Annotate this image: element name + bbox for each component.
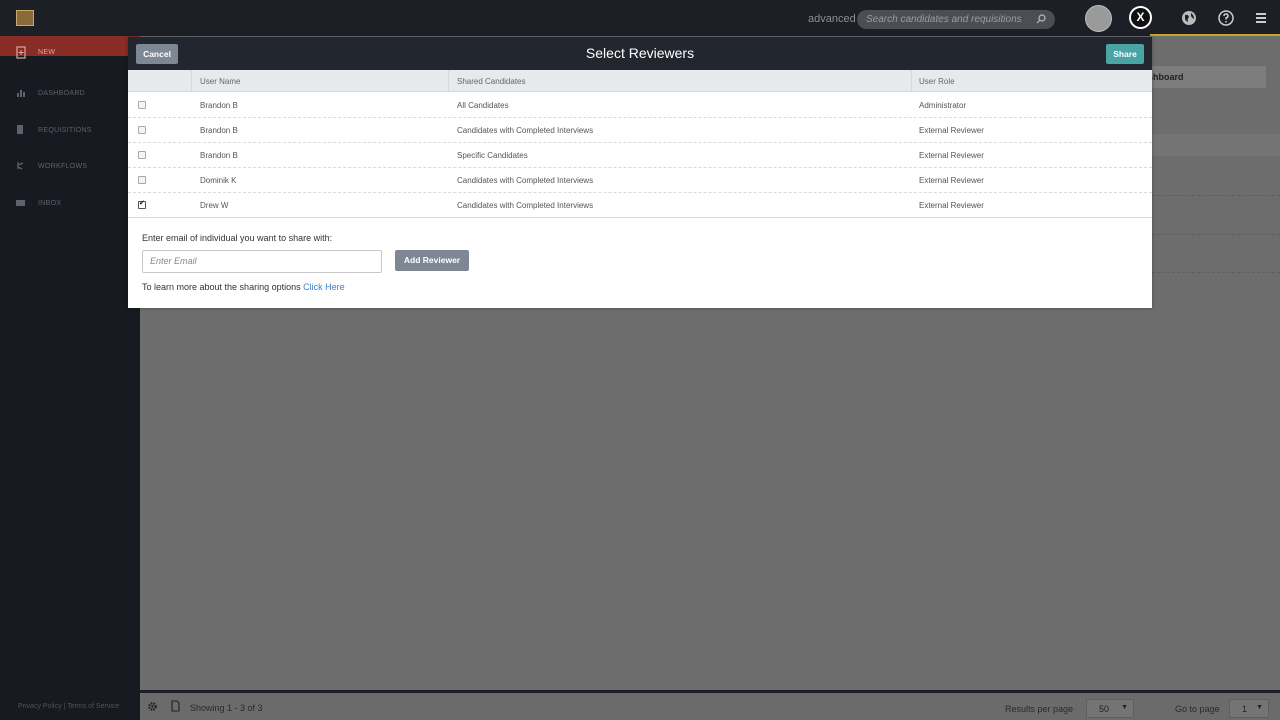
search-box[interactable] <box>857 10 1055 29</box>
app-logo[interactable] <box>16 10 34 26</box>
globe-icon[interactable] <box>1181 10 1197 26</box>
modal-title: Select Reviewers <box>585 45 695 61</box>
column-divider <box>448 70 449 92</box>
row-checkbox[interactable] <box>138 101 146 109</box>
user-role: External Reviewer <box>919 201 984 210</box>
document-icon <box>17 125 23 134</box>
sidebar-item-label: WORKFLOWS <box>38 163 88 170</box>
user-name: Brandon B <box>200 126 238 135</box>
email-field[interactable] <box>150 256 370 266</box>
bar-chart-icon <box>17 90 25 97</box>
shared-candidates: All Candidates <box>457 101 509 110</box>
cancel-button[interactable]: Cancel <box>136 44 178 64</box>
user-name: Brandon B <box>200 101 238 110</box>
shared-candidates: Candidates with Completed Interviews <box>457 201 594 210</box>
tab-dashboard[interactable]: ashboard <box>1140 66 1266 88</box>
table-header: User Name Shared Candidates User Role <box>128 70 1152 92</box>
user-avatar[interactable] <box>1085 5 1112 32</box>
sidebar: NEW DASHBOARD REQUISITIONS WORKFLOWS INB… <box>0 36 140 720</box>
column-header-user-role[interactable]: User Role <box>919 77 955 86</box>
email-label: Enter email of individual you want to sh… <box>142 233 333 243</box>
go-to-page-label: Go to page <box>1175 704 1220 714</box>
learn-more-label: To learn more about the sharing options <box>142 282 301 292</box>
user-name: Dominik K <box>200 176 237 185</box>
advanced-search-link[interactable]: advanced <box>808 13 856 25</box>
column-divider <box>191 70 192 92</box>
results-count: Showing 1 - 3 of 3 <box>190 703 263 713</box>
search-icon[interactable] <box>1036 14 1046 24</box>
column-divider <box>911 70 912 92</box>
sidebar-item-workflows[interactable]: WORKFLOWS <box>0 157 140 177</box>
user-role: Administrator <box>919 101 967 110</box>
user-role: External Reviewer <box>919 176 984 185</box>
new-doc-icon <box>16 46 26 59</box>
results-per-page-label: Results per page <box>1005 704 1074 714</box>
close-button[interactable]: X <box>1129 6 1152 29</box>
user-role: External Reviewer <box>919 126 984 135</box>
top-bar: advanced X <box>0 0 1280 36</box>
email-field-wrapper[interactable] <box>142 250 382 273</box>
shared-candidates: Candidates with Completed Interviews <box>457 126 594 135</box>
user-name: Brandon B <box>200 151 238 160</box>
results-per-page-value: 50 <box>1099 704 1110 714</box>
sidebar-item-dashboard[interactable]: DASHBOARD <box>0 84 140 104</box>
document-icon[interactable] <box>171 700 180 712</box>
modal-header: Select Reviewers Cancel Share <box>128 37 1152 70</box>
row-checkbox-checked[interactable] <box>138 199 146 209</box>
divider <box>1152 195 1280 196</box>
divider <box>1152 234 1280 235</box>
row-checkbox[interactable] <box>138 176 146 184</box>
table-row[interactable]: Dominik K Candidates with Completed Inte… <box>128 168 1152 193</box>
sidebar-item-inbox[interactable]: INBOX <box>0 194 140 214</box>
divider <box>1152 272 1280 273</box>
go-to-page-value: 1 <box>1242 704 1248 714</box>
search-input[interactable] <box>866 12 1031 27</box>
row-checkbox[interactable] <box>138 151 146 159</box>
menu-icon[interactable] <box>1253 10 1269 26</box>
user-name: Drew W <box>200 201 229 210</box>
sidebar-item-new[interactable]: NEW <box>0 36 140 59</box>
results-per-page-select[interactable]: 50 ▼ <box>1086 699 1134 718</box>
mail-icon <box>16 200 25 206</box>
column-header-user-name[interactable]: User Name <box>200 77 240 86</box>
sidebar-item-label: DASHBOARD <box>38 90 86 97</box>
select-reviewers-modal: Select Reviewers Cancel Share User Name … <box>128 37 1152 308</box>
flow-icon <box>17 162 24 170</box>
shared-candidates: Candidates with Completed Interviews <box>457 176 594 185</box>
chevron-down-icon: ▼ <box>1256 704 1263 711</box>
help-icon[interactable] <box>1218 10 1234 26</box>
footer-links[interactable]: Privacy Policy | Terms of Service <box>18 703 119 710</box>
click-here-link[interactable]: Click Here <box>303 282 345 292</box>
row-checkbox[interactable] <box>138 126 146 134</box>
table-row[interactable]: Brandon B Candidates with Completed Inte… <box>128 118 1152 143</box>
gear-icon[interactable] <box>147 701 158 712</box>
table-row[interactable]: Brandon B All Candidates Administrator <box>128 93 1152 118</box>
add-reviewer-button[interactable]: Add Reviewer <box>395 250 469 271</box>
sidebar-item-label: NEW <box>38 49 56 56</box>
sidebar-item-requisitions[interactable]: REQUISITIONS <box>0 121 140 141</box>
table-header-band <box>1152 134 1280 156</box>
table-row[interactable]: Brandon B Specific Candidates External R… <box>128 143 1152 168</box>
go-to-page-select[interactable]: 1 ▼ <box>1229 699 1269 718</box>
user-role: External Reviewer <box>919 151 984 160</box>
shared-candidates: Specific Candidates <box>457 151 528 160</box>
share-button[interactable]: Share <box>1106 44 1144 64</box>
table-row[interactable]: Drew W Candidates with Completed Intervi… <box>128 193 1152 218</box>
chevron-down-icon: ▼ <box>1121 704 1128 711</box>
sidebar-item-label: INBOX <box>38 200 62 207</box>
column-header-shared-candidates[interactable]: Shared Candidates <box>457 77 526 86</box>
sidebar-item-label: REQUISITIONS <box>38 127 92 134</box>
learn-more-text: To learn more about the sharing options … <box>142 282 345 292</box>
bottom-bar: Showing 1 - 3 of 3 Results per page 50 ▼… <box>140 690 1280 720</box>
